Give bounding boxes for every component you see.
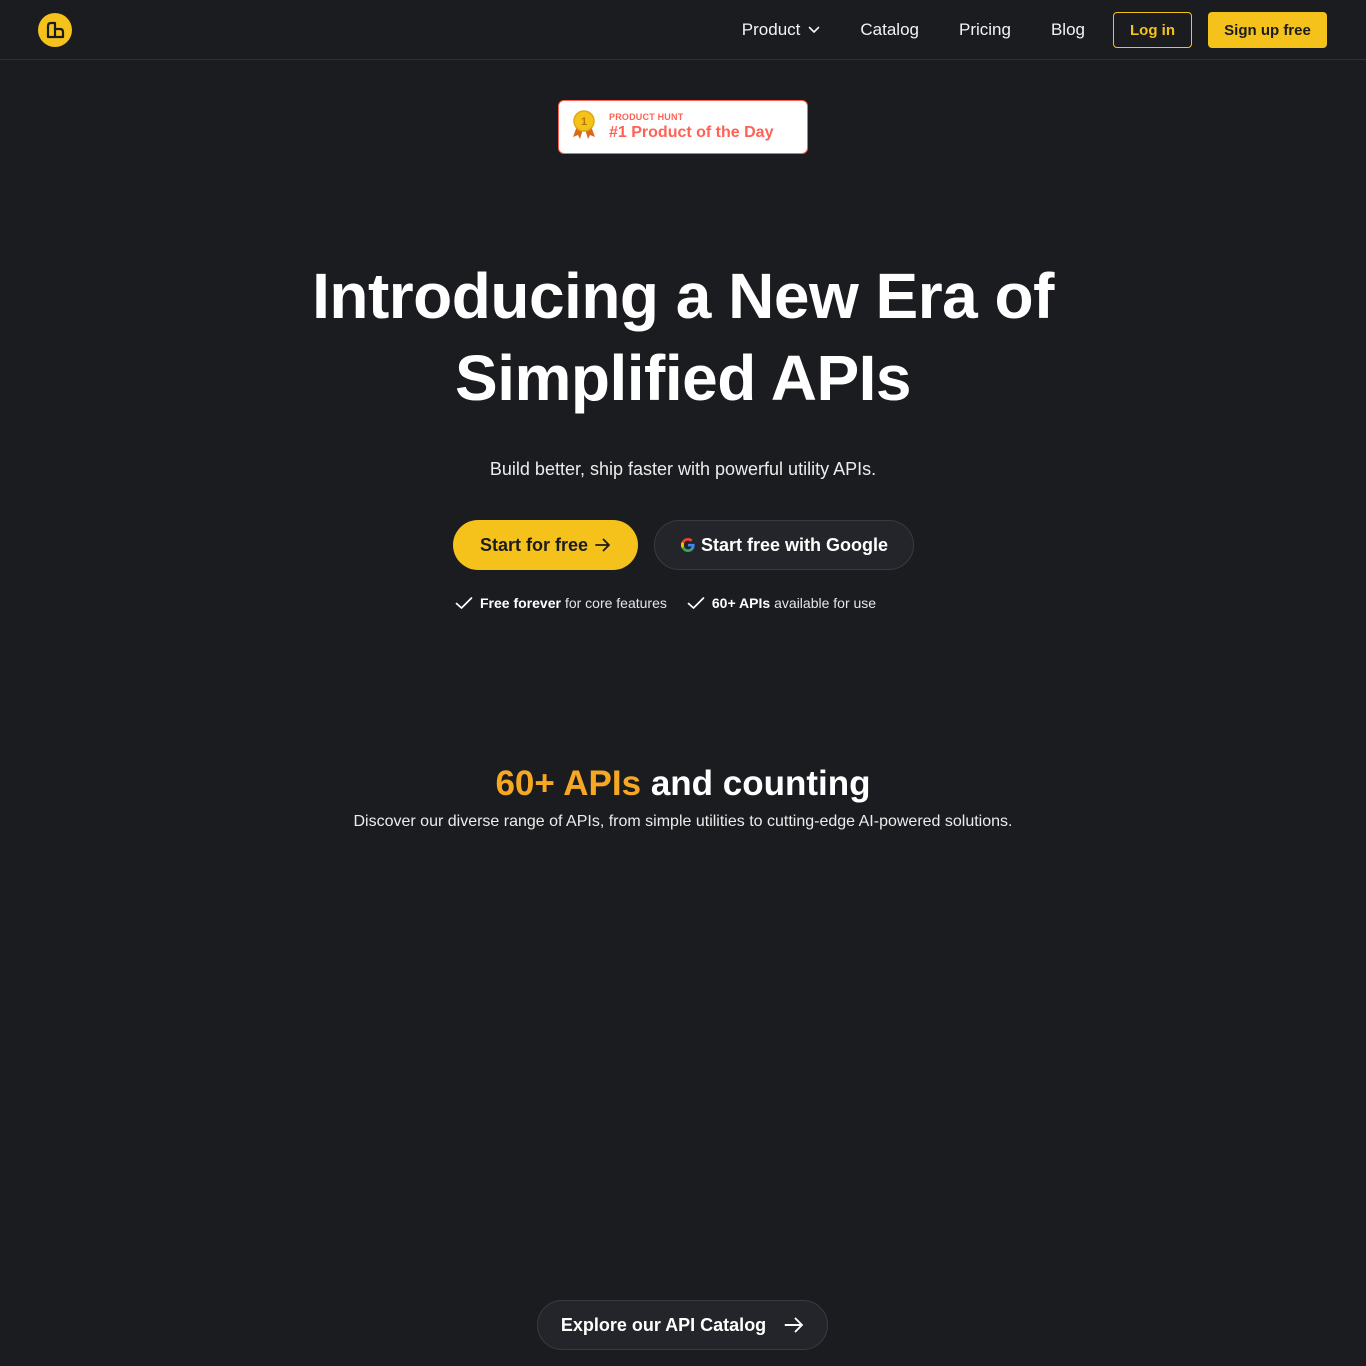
nav-item-pricing[interactable]: Pricing <box>959 20 1011 40</box>
section-subtitle: Discover our diverse range of APIs, from… <box>353 813 1013 830</box>
login-button[interactable]: Log in <box>1113 12 1192 48</box>
google-signup-button[interactable]: Start free with Google <box>654 520 914 570</box>
hero-title: Introducing a New Era of Simplified APIs <box>0 255 1366 419</box>
chevron-down-icon <box>808 26 820 34</box>
nav-item-blog[interactable]: Blog <box>1051 20 1085 40</box>
section-title-accent: 60+ APIs <box>495 764 642 803</box>
google-button-label: Start free with Google <box>700 534 889 555</box>
check-text: for core features <box>564 595 667 611</box>
hero-title-line2: Simplified APIs <box>455 342 912 414</box>
medal-icon: 1 <box>571 109 597 145</box>
badge-title: #1 Product of the Day <box>609 124 774 141</box>
nav-links: Product Catalog Pricing Blog Log in Sign… <box>742 12 1327 48</box>
start-button-label: Start for free <box>479 534 589 555</box>
arrow-right-icon <box>595 538 611 552</box>
section-title: 60+ APIs and counting <box>0 764 1366 804</box>
landing-page: Product Catalog Pricing Blog Log in Sign… <box>0 0 1366 1366</box>
top-navbar: Product Catalog Pricing Blog Log in Sign… <box>0 0 1366 60</box>
cube-logo-icon[interactable] <box>38 13 72 47</box>
check-bold: Free forever <box>480 595 561 611</box>
check-item-free-forever: Free forever for core features <box>455 595 667 611</box>
badge-text: PRODUCT HUNT #1 Product of the Day <box>609 112 773 142</box>
section-title-rest: and counting <box>650 764 871 803</box>
cta-row: Start for free Start free with Google <box>453 520 914 570</box>
google-icon <box>680 537 696 553</box>
check-bold: 60+ APIs <box>711 595 771 611</box>
nav-item-product[interactable]: Product <box>742 20 821 40</box>
hero-subtitle: Build better, ship faster with powerful … <box>489 459 877 479</box>
checkmark-icon <box>455 596 473 610</box>
nav-item-label: Product <box>741 20 801 39</box>
svg-text:1: 1 <box>581 116 587 128</box>
check-text: available for use <box>774 595 877 611</box>
nav-item-catalog[interactable]: Catalog <box>860 20 919 40</box>
product-hunt-badge[interactable]: 1 PRODUCT HUNT #1 Product of the Day <box>558 100 808 154</box>
arrow-right-icon <box>784 1317 804 1333</box>
checkmark-icon <box>687 596 705 610</box>
feature-checks: Free forever for core features 60+ APIs … <box>455 593 896 613</box>
explore-button-label: Explore our API Catalog <box>560 1314 767 1335</box>
explore-catalog-button[interactable]: Explore our API Catalog <box>537 1300 828 1350</box>
hero-title-line1: Introducing a New Era of <box>312 260 1054 332</box>
check-item-apis: 60+ APIs available for use <box>687 595 876 611</box>
start-for-free-button[interactable]: Start for free <box>453 520 638 570</box>
badge-label: PRODUCT HUNT <box>609 112 684 122</box>
signup-button[interactable]: Sign up free <box>1208 12 1327 48</box>
